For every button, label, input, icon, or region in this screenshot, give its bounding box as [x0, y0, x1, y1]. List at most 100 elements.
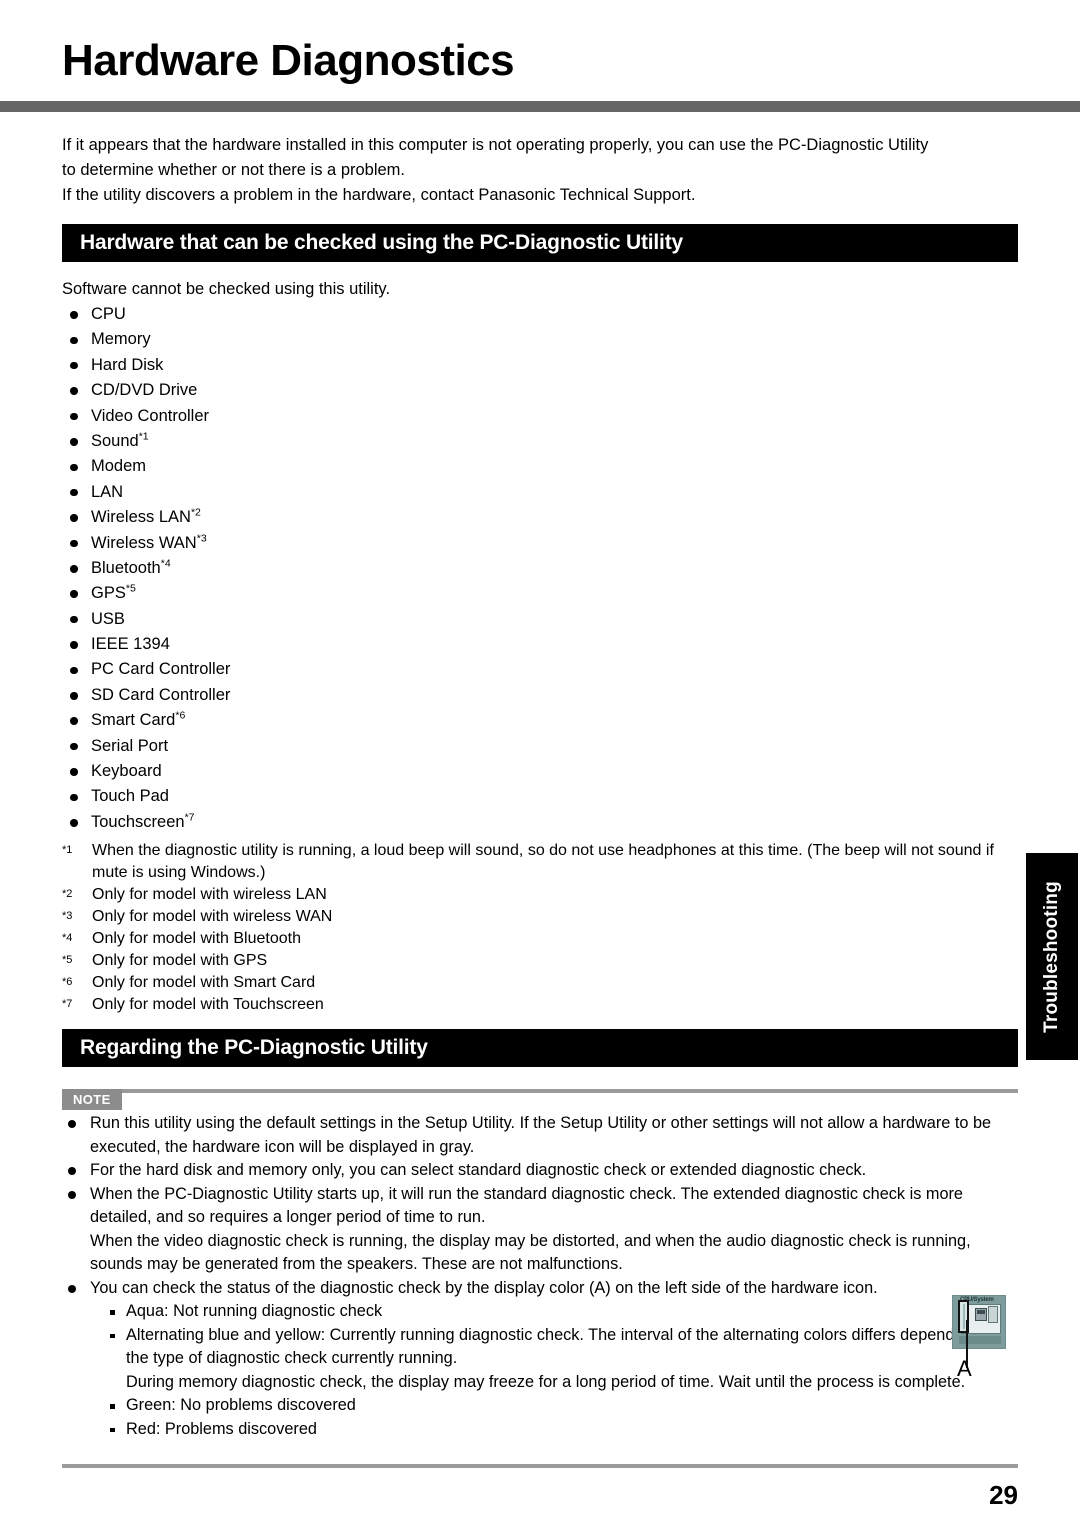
footnote-text: Only for model with GPS: [92, 952, 268, 969]
sidebar-tab-label: Troubleshooting: [1041, 880, 1062, 1033]
status-color-extra-note: During memory diagnostic check, the disp…: [126, 1372, 966, 1391]
note-item: You can check the status of the diagnost…: [62, 1277, 1020, 1442]
footnote-row: *3 Only for model with wireless WAN: [62, 906, 1020, 928]
intro-line-3: If the utility discovers a problem in th…: [62, 186, 696, 204]
hardware-list-item-label: Touchscreen: [91, 812, 185, 831]
sidebar-tab-troubleshooting[interactable]: Troubleshooting: [1026, 853, 1078, 1060]
intro-line-1: If it appears that the hardware installe…: [62, 136, 929, 154]
bullet-dot-icon: [70, 793, 78, 802]
square-bullet-icon: [110, 1427, 115, 1432]
callout-letter-a: A: [957, 1356, 972, 1381]
footnote-text: Only for model with wireless WAN: [92, 908, 333, 925]
footnote-text: Only for model with wireless LAN: [92, 886, 327, 903]
footnote-marker: *7: [62, 998, 73, 1010]
bullet-dot-icon: [70, 412, 78, 421]
hardware-list-item-label: Wireless LAN: [91, 508, 191, 527]
hardware-list-item-label: LAN: [91, 482, 124, 501]
bullet-dot-icon: [70, 666, 78, 675]
bullet-dot-icon: [70, 742, 78, 751]
hardware-list-item: USB: [62, 607, 482, 632]
hardware-list: CPU Memory Hard Disk CD/DVD Drive Video Cont…: [62, 302, 482, 835]
footnote-row: *7 Only for model with Touchscreen: [62, 994, 1020, 1016]
hardware-list-item: Touchscreen*7: [62, 810, 482, 835]
hardware-list-item-label: Keyboard: [91, 762, 162, 781]
square-bullet-icon: [110, 1310, 115, 1315]
hardware-list-item: Smart Card*6: [62, 708, 482, 733]
status-color-item: Green: No problems discovered: [106, 1394, 1020, 1418]
status-color-item: Alternating blue and yellow: Currently r…: [106, 1324, 1020, 1371]
footnote-marker: *1: [62, 844, 73, 856]
footnote-list: *1 When the diagnostic utility is running…: [62, 840, 1020, 1016]
bullet-dot-icon: [70, 539, 78, 548]
square-bullet-icon: [110, 1333, 115, 1338]
footnote-marker: *1: [138, 430, 149, 443]
footnote-text: Only for model with Bluetooth: [92, 930, 301, 947]
hardware-list-item-label: PC Card Controller: [91, 660, 231, 679]
hardware-list-item: SD Card Controller: [62, 683, 482, 708]
status-color-text: Green: No problems discovered: [126, 1396, 356, 1414]
hardware-list-item: Hard Disk: [62, 353, 482, 378]
bullet-dot-icon: [70, 463, 78, 472]
hardware-list-item: PC Card Controller: [62, 657, 482, 682]
bullet-dot-icon: [70, 311, 78, 319]
footnote-row: *4 Only for model with Bluetooth: [62, 928, 1020, 950]
footnote-marker: *5: [125, 582, 136, 595]
hardware-list-item: Memory: [62, 327, 482, 352]
hardware-list-item: Video Controller: [62, 404, 482, 429]
icon-chip: [975, 1308, 987, 1321]
footnote-row: *5 Only for model with GPS: [62, 950, 1020, 972]
footnote-marker: *2: [62, 888, 73, 900]
footnote-text: When the diagnostic utility is running, …: [92, 842, 994, 881]
page-number: 29: [989, 1480, 1018, 1510]
bullet-dot-icon: [70, 438, 78, 446]
bullet-dot-icon: [70, 565, 78, 573]
bullet-dot-icon: [70, 488, 78, 497]
status-color-item: Aqua: Not running diagnostic check: [106, 1300, 1020, 1324]
hardware-list-item-label: CPU: [91, 305, 126, 323]
note-item-text: For the hard disk and memory only, you c…: [90, 1161, 867, 1179]
hardware-list-item: Sound*1: [62, 429, 482, 454]
status-color-text: Aqua: Not running diagnostic check: [126, 1302, 383, 1320]
bullet-dot-icon: [70, 514, 78, 522]
hardware-list-item: Keyboard: [62, 759, 482, 784]
bullet-dot-icon: [70, 641, 78, 649]
document-page: Hardware Diagnostics If it appears that …: [0, 0, 1080, 1528]
software-note-line: Software cannot be checked using this ut…: [62, 280, 391, 298]
note-item: Run this utility using the default setti…: [62, 1112, 1020, 1159]
footnote-row: *6 Only for model with Smart Card: [62, 972, 1020, 994]
bullet-dot-icon: [68, 1284, 76, 1293]
footnote-text: Only for model with Touchscreen: [92, 996, 324, 1013]
footnote-row: *2 Only for model with wireless LAN: [62, 884, 1020, 906]
status-color-list: Aqua: Not running diagnostic check Alter…: [90, 1300, 1020, 1441]
hardware-list-item: CPU: [62, 302, 482, 327]
note-item-text: Run this utility using the default setti…: [90, 1114, 992, 1156]
footnote-marker: *4: [160, 557, 171, 570]
hardware-list-item-label: Touch Pad: [91, 787, 169, 806]
bullet-dot-icon: [70, 590, 78, 598]
hardware-list-item: GPS*5: [62, 581, 482, 606]
bullet-dot-icon: [68, 1190, 76, 1199]
hardware-list-item: Touch Pad: [62, 784, 482, 809]
hardware-list-item: Bluetooth*4: [62, 556, 482, 581]
bullet-dot-icon: [70, 819, 78, 827]
bullet-dot-icon: [70, 615, 78, 624]
hardware-list-item-label: GPS: [91, 584, 126, 603]
note-item-text-continued: When the video diagnostic check is runni…: [90, 1231, 971, 1274]
bullet-dot-icon: [70, 336, 78, 345]
hardware-list-item-label: Sound: [91, 431, 139, 450]
title-divider: [0, 101, 1080, 112]
bullet-dot-icon: [70, 768, 78, 776]
note-badge: NOTE: [62, 1089, 122, 1110]
hardware-list-item: IEEE 1394: [62, 632, 482, 657]
footnote-marker: *3: [196, 532, 207, 545]
hardware-list-item-label: Wireless WAN: [91, 533, 197, 552]
hardware-list-item-label: Video Controller: [91, 406, 210, 425]
hardware-list-item: CD/DVD Drive: [62, 378, 482, 403]
note-item-text: When the PC-Diagnostic Utility starts up…: [90, 1184, 963, 1227]
note-header: NOTE: [62, 1089, 1018, 1110]
note-item: When the PC-Diagnostic Utility starts up…: [62, 1183, 1020, 1277]
footnote-marker: *6: [175, 709, 186, 722]
status-color-item: Red: Problems discovered: [106, 1418, 1020, 1442]
hardware-list-item-label: Memory: [91, 330, 151, 349]
hardware-list-item-label: Serial Port: [91, 736, 169, 755]
